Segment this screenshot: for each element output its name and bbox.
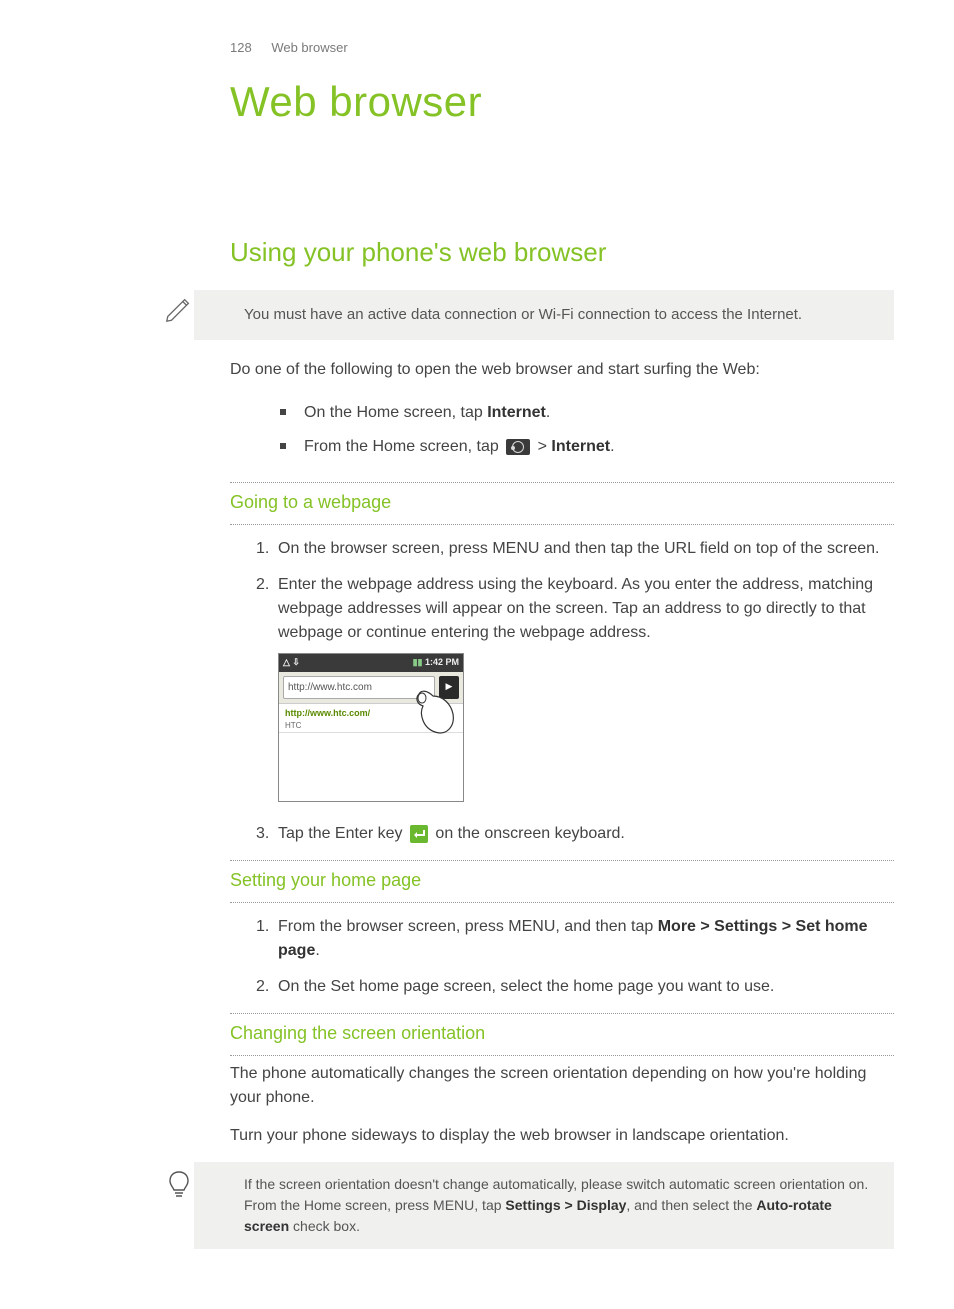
note-callout: You must have an active data connection …: [194, 290, 894, 341]
divider: [230, 902, 894, 903]
note-text: You must have an active data connection …: [244, 306, 802, 323]
set-homepage-steps: From the browser screen, press MENU, and…: [252, 909, 894, 1005]
list-item: From the Home screen, tap > Internet.: [278, 430, 894, 464]
tip-callout: If the screen orientation doesn't change…: [194, 1162, 894, 1249]
subsection-title: Going to a webpage: [230, 489, 894, 516]
phone-suggestion: http://www.htc.com/ HTC: [279, 704, 463, 734]
running-header: 128 Web browser: [230, 38, 894, 58]
running-title: Web browser: [271, 40, 347, 55]
apps-button-icon: [506, 439, 530, 455]
section-title: Using your phone's web browser: [230, 233, 894, 272]
divider: [230, 1013, 894, 1014]
divider: [230, 1055, 894, 1056]
phone-screenshot: △ ⇩ ▮▮ 1:42 PM http://www.htc.com ▶ http…: [278, 653, 464, 802]
enter-key-icon: [410, 825, 428, 843]
intro-text: Do one of the following to open the web …: [230, 358, 894, 382]
orientation-p2: Turn your phone sideways to display the …: [230, 1124, 894, 1148]
going-to-webpage-steps: On the browser screen, press MENU and th…: [252, 531, 894, 852]
step: On the browser screen, press MENU and th…: [252, 531, 894, 567]
status-time: ▮▮ 1:42 PM: [413, 656, 459, 670]
pencil-icon: [164, 294, 194, 324]
step: From the browser screen, press MENU, and…: [252, 909, 894, 969]
lightbulb-icon: [166, 1170, 192, 1200]
chapter-title: Web browser: [230, 70, 894, 133]
divider: [230, 860, 894, 861]
step: Tap the Enter key on the onscreen keyboa…: [252, 816, 894, 852]
subsection-title: Changing the screen orientation: [230, 1020, 894, 1047]
step: On the Set home page screen, select the …: [252, 969, 894, 1005]
step: Enter the webpage address using the keyb…: [252, 567, 894, 816]
subsection-title: Setting your home page: [230, 867, 894, 894]
open-browser-options: On the Home screen, tap Internet. From t…: [278, 396, 894, 464]
phone-status-bar: △ ⇩ ▮▮ 1:42 PM: [279, 654, 463, 672]
page-number: 128: [230, 40, 252, 55]
orientation-p1: The phone automatically changes the scre…: [230, 1062, 894, 1110]
divider: [230, 524, 894, 525]
phone-content-area: [279, 733, 463, 801]
divider: [230, 482, 894, 483]
list-item: On the Home screen, tap Internet.: [278, 396, 894, 430]
manual-page: 128 Web browser Web browser Using your p…: [0, 0, 954, 1309]
